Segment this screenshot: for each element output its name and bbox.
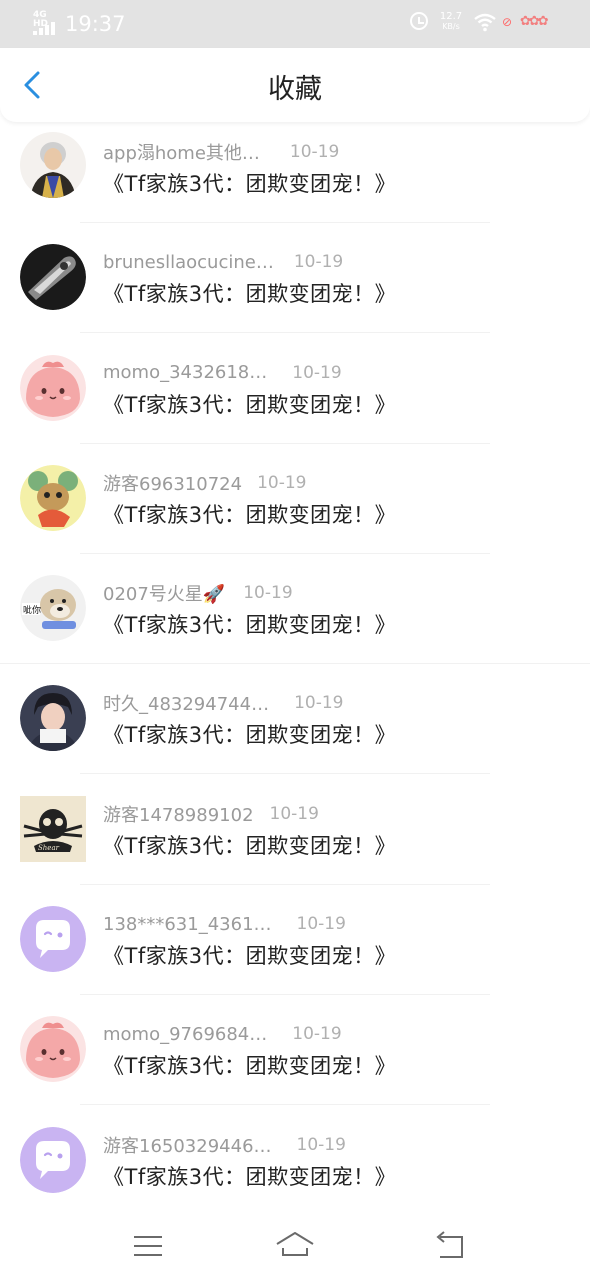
item-title: 《Tf家族3代：团欺变团宠！》 <box>103 392 397 417</box>
list-item[interactable]: 时久_483294744… 10-19 《Tf家族3代：团欺变团宠！》 <box>0 673 590 783</box>
app-header: 收藏 <box>0 48 590 122</box>
user-avatar[interactable] <box>20 464 86 531</box>
favorites-screen: 4G HD 19:37 12.7 KB/s ⊘ ✿✿✿ 收藏 app溻home其… <box>0 0 590 1280</box>
user-avatar[interactable] <box>20 354 86 421</box>
user-avatar[interactable] <box>20 244 86 311</box>
svg-text:呲你: 呲你 <box>23 604 41 616</box>
item-meta: momo_9769684… 10-19 <box>103 1020 342 1048</box>
list-item[interactable]: 138***631_4361… 10-19 《Tf家族3代：团欺变团宠！》 <box>0 894 590 1004</box>
user-name: 0207号火星🚀 <box>103 584 226 606</box>
network-speed-value: 12.7 <box>439 11 463 22</box>
user-avatar[interactable] <box>20 132 86 198</box>
item-date: 10-19 <box>243 583 293 604</box>
user-name: 游客1478989102 <box>103 804 254 826</box>
item-title: 《Tf家族3代：团欺变团宠！》 <box>103 613 397 638</box>
item-date: 10-19 <box>289 142 340 162</box>
user-avatar[interactable]: Shear <box>20 795 86 862</box>
item-meta: app溻home其他… 10-19 <box>103 138 339 166</box>
list-item[interactable]: momo_3432618… 10-19 《Tf家族3代：团欺变团宠！》 <box>0 343 590 453</box>
item-meta: 游客696310724 10-19 <box>103 469 306 497</box>
item-meta: 游客1478989102 10-19 <box>103 800 319 828</box>
item-date: 10-19 <box>292 1024 342 1045</box>
list-item[interactable]: Shear 游客1478989102 10-19 《Tf家族3代：团欺变团宠！》 <box>0 784 590 894</box>
list-item[interactable]: 游客696310724 10-19 《Tf家族3代：团欺变团宠！》 <box>0 453 590 563</box>
network-speed: 12.7 KB/s <box>438 12 464 32</box>
item-title: 《Tf家族3代：团欺变团宠！》 <box>103 1164 397 1189</box>
user-name: 游客1650329446… <box>103 1135 272 1157</box>
row-divider <box>80 222 490 223</box>
item-meta: 138***631_4361… 10-19 <box>103 910 346 938</box>
user-name: momo_3432618… <box>103 362 268 384</box>
menu-icon[interactable] <box>128 1228 168 1264</box>
item-title: 《Tf家族3代：团欺变团宠！》 <box>103 833 397 858</box>
wifi-icon <box>474 13 496 32</box>
vpn-icon: ⊘ <box>502 15 513 29</box>
row-divider <box>80 994 490 996</box>
row-divider <box>80 552 490 554</box>
user-avatar[interactable]: 呲你 <box>20 575 86 642</box>
list-item[interactable]: 呲你 0207号火星🚀 10-19 《Tf家族3代：团欺变团宠！》 <box>0 563 590 673</box>
item-date: 10-19 <box>296 914 346 935</box>
item-meta: 0207号火星🚀 10-19 <box>103 579 293 607</box>
item-title: 《Tf家族3代：团欺变团宠！》 <box>103 282 397 307</box>
user-name: 138***631_4361… <box>103 913 272 935</box>
item-title: 《Tf家族3代：团欺变团宠！》 <box>103 944 397 969</box>
list-item[interactable]: 游客1650329446… 10-19 《Tf家族3代：团欺变团宠！》 <box>0 1115 590 1225</box>
list-item[interactable]: brunesllaocucine… 10-19 《Tf家族3代：团欺变团宠！》 <box>0 232 590 342</box>
home-icon[interactable] <box>275 1228 315 1264</box>
battery-icon: ✿✿✿ <box>520 14 549 29</box>
item-date: 10-19 <box>293 252 344 273</box>
row-divider <box>80 1104 490 1106</box>
svg-text:Shear: Shear <box>38 844 60 852</box>
user-name: brunesllaocucine… <box>103 251 274 273</box>
item-date: 10-19 <box>296 1134 346 1155</box>
item-date: 10-19 <box>257 472 307 493</box>
item-date: 10-19 <box>294 693 344 714</box>
row-divider <box>80 442 490 444</box>
row-divider <box>80 883 490 885</box>
row-divider <box>80 332 490 334</box>
user-name: 游客696310724 <box>103 473 243 495</box>
user-avatar[interactable] <box>20 906 86 973</box>
user-avatar[interactable] <box>20 1126 86 1193</box>
page-title: 收藏 <box>268 74 322 105</box>
item-meta: momo_3432618… 10-19 <box>103 359 342 387</box>
item-meta: 时久_483294744… 10-19 <box>103 689 343 717</box>
user-name: momo_9769684… <box>103 1023 268 1045</box>
item-meta: 游客1650329446… 10-19 <box>103 1131 346 1159</box>
user-avatar[interactable] <box>20 685 86 752</box>
favorites-list: app溻home其他… 10-19 《Tf家族3代：团欺变团宠！》 brunes… <box>0 122 590 1225</box>
item-date: 10-19 <box>269 803 319 824</box>
item-date: 10-19 <box>292 362 342 383</box>
item-title: 《Tf家族3代：团欺变团宠！》 <box>103 1054 397 1079</box>
back-nav-icon[interactable] <box>430 1228 470 1264</box>
user-avatar[interactable] <box>20 1016 86 1083</box>
row-divider <box>80 773 490 775</box>
list-item[interactable]: app溻home其他… 10-19 《Tf家族3代：团欺变团宠！》 <box>0 122 590 232</box>
item-title: 《Tf家族3代：团欺变团宠！》 <box>103 502 397 527</box>
alarm-icon <box>410 12 428 30</box>
network-speed-unit: KB/s <box>442 22 460 31</box>
system-nav-bar <box>0 1210 590 1280</box>
clock-time: 19:37 <box>65 12 126 36</box>
list-item[interactable]: momo_9769684… 10-19 《Tf家族3代：团欺变团宠！》 <box>0 1004 590 1114</box>
user-name: app溻home其他… <box>103 143 260 164</box>
status-bar: 4G HD 19:37 12.7 KB/s ⊘ ✿✿✿ <box>0 0 590 48</box>
item-title: 《Tf家族3代：团欺变团宠！》 <box>103 172 397 196</box>
row-divider <box>0 663 590 665</box>
signal-icon <box>33 22 55 35</box>
item-title: 《Tf家族3代：团欺变团宠！》 <box>103 723 397 748</box>
item-meta: brunesllaocucine… 10-19 <box>103 248 343 276</box>
user-name: 时久_483294744… <box>103 694 270 716</box>
